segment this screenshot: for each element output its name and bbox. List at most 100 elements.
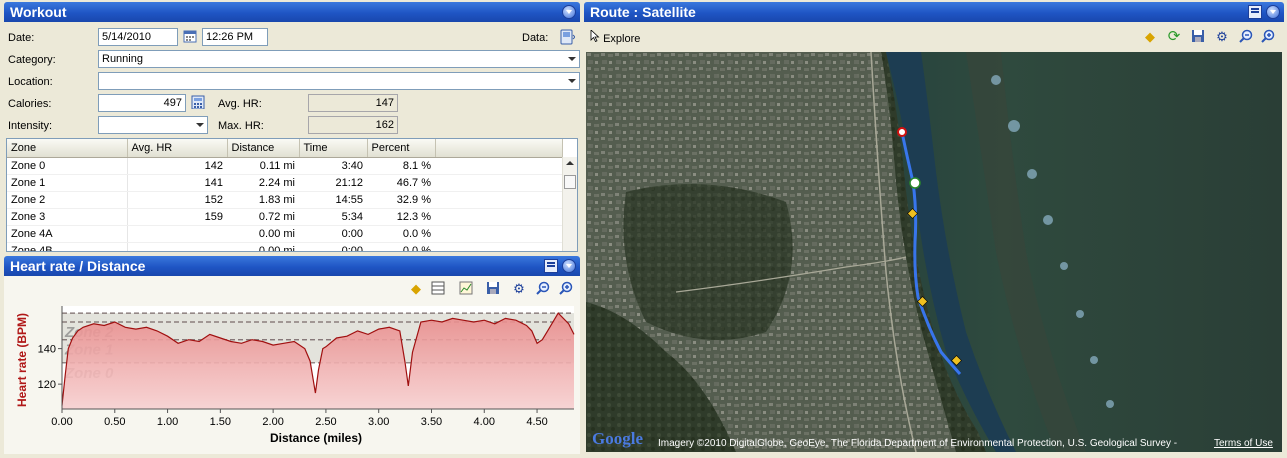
calories-field[interactable]: 497 bbox=[98, 94, 186, 112]
table-cell: 0.11 mi bbox=[227, 157, 299, 175]
x-tick-label: 1.50 bbox=[210, 416, 231, 428]
table-cell: Zone 4B bbox=[7, 242, 128, 251]
x-tick-label: 4.50 bbox=[526, 416, 547, 428]
table-row[interactable]: Zone 4B 0.00 mi 0:00 0.0 % bbox=[7, 242, 563, 251]
save-icon[interactable] bbox=[485, 281, 501, 297]
chevron-down-icon[interactable] bbox=[564, 51, 579, 67]
calculator-icon[interactable] bbox=[190, 95, 206, 111]
date-field[interactable]: 5/14/2010 bbox=[98, 28, 178, 46]
table-cell: 0.72 mi bbox=[227, 208, 299, 226]
y-tick-label: 140 bbox=[38, 344, 56, 356]
chart-picture-icon[interactable] bbox=[458, 281, 474, 297]
data-device-icon[interactable] bbox=[559, 29, 576, 45]
workout-panel: Workout Date: 5/14/2010 12:26 PM Data: C… bbox=[4, 2, 580, 254]
map-attribution: Imagery ©2010 DigitalGlobe, GeoEye, The … bbox=[658, 438, 1177, 449]
x-tick-label: 2.50 bbox=[315, 416, 336, 428]
terms-of-use-link[interactable]: Terms of Use bbox=[1214, 438, 1273, 449]
explore-button[interactable]: Explore bbox=[590, 29, 640, 46]
table-cell: 8.1 % bbox=[367, 157, 435, 175]
collapse-chevron-icon[interactable] bbox=[562, 259, 576, 273]
table-cell bbox=[435, 225, 563, 243]
satellite-map[interactable]: Google Imagery ©2010 DigitalGlobe, GeoEy… bbox=[586, 52, 1282, 452]
table-row[interactable]: Zone 3 159 0.72 mi 5:34 12.3 % bbox=[7, 208, 563, 226]
table-cell: 32.9 % bbox=[367, 191, 435, 209]
max-hr-label: Max. HR: bbox=[218, 120, 264, 132]
x-tick-label: 0.00 bbox=[51, 416, 72, 428]
column-header[interactable]: Avg. HR bbox=[127, 139, 228, 158]
scroll-up-arrow-icon[interactable] bbox=[566, 161, 574, 165]
y-axis-label: Heart rate (BPM) bbox=[15, 313, 29, 407]
category-combo[interactable]: Running bbox=[98, 50, 580, 68]
intensity-label: Intensity: bbox=[8, 120, 53, 132]
table-row[interactable]: Zone 1 141 2.24 mi 21:12 46.7 % bbox=[7, 174, 563, 192]
time-field[interactable]: 12:26 PM bbox=[202, 28, 268, 46]
zoom-in-icon[interactable] bbox=[1260, 29, 1276, 45]
table-row[interactable]: Zone 2 152 1.83 mi 14:55 32.9 % bbox=[7, 191, 563, 209]
refresh-icon[interactable]: ⟳ bbox=[1166, 29, 1182, 45]
location-combo[interactable] bbox=[98, 72, 580, 90]
table-cell bbox=[435, 174, 563, 192]
max-hr-field: 162 bbox=[308, 116, 398, 134]
table-cell bbox=[435, 191, 563, 209]
workout-title-bar: Workout bbox=[4, 2, 580, 22]
x-axis-label: Distance (miles) bbox=[270, 431, 362, 445]
route-toolbar: Explore ◆ ⟳ ⚙ bbox=[584, 24, 1284, 50]
cursor-arrow-icon bbox=[590, 29, 600, 46]
intensity-combo[interactable] bbox=[98, 116, 208, 134]
table-cell: Zone 0 bbox=[7, 157, 128, 175]
heart-rate-panel: Heart rate / Distance ◆ ⚙ Zone 0Zone 1Zo… bbox=[4, 256, 580, 454]
y-tick-label: 120 bbox=[38, 379, 56, 391]
route-start-marker bbox=[897, 127, 907, 137]
table-row[interactable]: Zone 0 142 0.11 mi 3:40 8.1 % bbox=[7, 157, 563, 175]
route-title: Route : Satellite bbox=[590, 4, 696, 20]
lines-icon[interactable] bbox=[430, 281, 446, 297]
table-cell: 46.7 % bbox=[367, 174, 435, 192]
table-cell: 0.00 mi bbox=[227, 225, 299, 243]
x-tick-label: 1.00 bbox=[157, 416, 178, 428]
table-cell: 12.3 % bbox=[367, 208, 435, 226]
column-header[interactable]: Time bbox=[299, 139, 368, 158]
chevron-down-icon[interactable] bbox=[192, 117, 207, 133]
table-cell: 2.24 mi bbox=[227, 174, 299, 192]
column-header[interactable]: Zone bbox=[7, 139, 128, 158]
layout-icon[interactable] bbox=[544, 259, 558, 273]
avg-hr-field: 147 bbox=[308, 94, 398, 112]
table-row[interactable]: Zone 4A 0.00 mi 0:00 0.0 % bbox=[7, 225, 563, 243]
column-header[interactable]: Percent bbox=[367, 139, 436, 158]
collapse-chevron-icon[interactable] bbox=[1266, 5, 1280, 19]
table-cell: 14:55 bbox=[299, 191, 367, 209]
hr-title: Heart rate / Distance bbox=[10, 258, 146, 274]
table-cell: 0.00 mi bbox=[227, 242, 299, 251]
zoom-out-icon[interactable] bbox=[1238, 29, 1254, 45]
zone-table-container: Zone Avg. HR Distance Time Percent Zone 0 142… bbox=[6, 138, 578, 252]
marker-diamond-icon[interactable]: ◆ bbox=[408, 281, 424, 297]
table-cell bbox=[127, 242, 227, 251]
calendar-icon[interactable] bbox=[182, 29, 198, 45]
zone-table: Zone Avg. HR Distance Time Percent Zone 0 142… bbox=[7, 139, 563, 251]
x-tick-label: 3.00 bbox=[368, 416, 389, 428]
collapse-chevron-icon[interactable] bbox=[562, 5, 576, 19]
zoom-in-icon[interactable] bbox=[558, 281, 574, 297]
location-label: Location: bbox=[8, 76, 53, 88]
calories-label: Calories: bbox=[8, 98, 52, 110]
table-cell: 141 bbox=[127, 174, 227, 192]
table-cell: 0.0 % bbox=[367, 242, 435, 251]
table-cell: 1.83 mi bbox=[227, 191, 299, 209]
table-cell bbox=[435, 208, 563, 226]
date-label: Date: bbox=[8, 32, 35, 44]
table-cell: 0:00 bbox=[299, 225, 367, 243]
scrollbar-thumb[interactable] bbox=[564, 175, 576, 189]
zoom-out-icon[interactable] bbox=[535, 281, 551, 297]
table-cell: Zone 4A bbox=[7, 225, 128, 243]
settings-gear-icon[interactable]: ⚙ bbox=[511, 281, 527, 297]
chevron-down-icon[interactable] bbox=[564, 73, 579, 89]
table-cell: 0:00 bbox=[299, 242, 367, 251]
category-label: Category: bbox=[8, 54, 56, 66]
vertical-scrollbar[interactable] bbox=[562, 157, 577, 251]
layout-icon[interactable] bbox=[1248, 5, 1262, 19]
settings-gear-icon[interactable]: ⚙ bbox=[1214, 29, 1230, 45]
marker-diamond-icon[interactable]: ◆ bbox=[1142, 29, 1158, 45]
column-header[interactable]: Distance bbox=[227, 139, 300, 158]
heart-rate-chart[interactable]: Zone 0Zone 1Zone 2 0.000.501.001.502.002… bbox=[4, 300, 580, 452]
save-icon[interactable] bbox=[1190, 29, 1206, 45]
